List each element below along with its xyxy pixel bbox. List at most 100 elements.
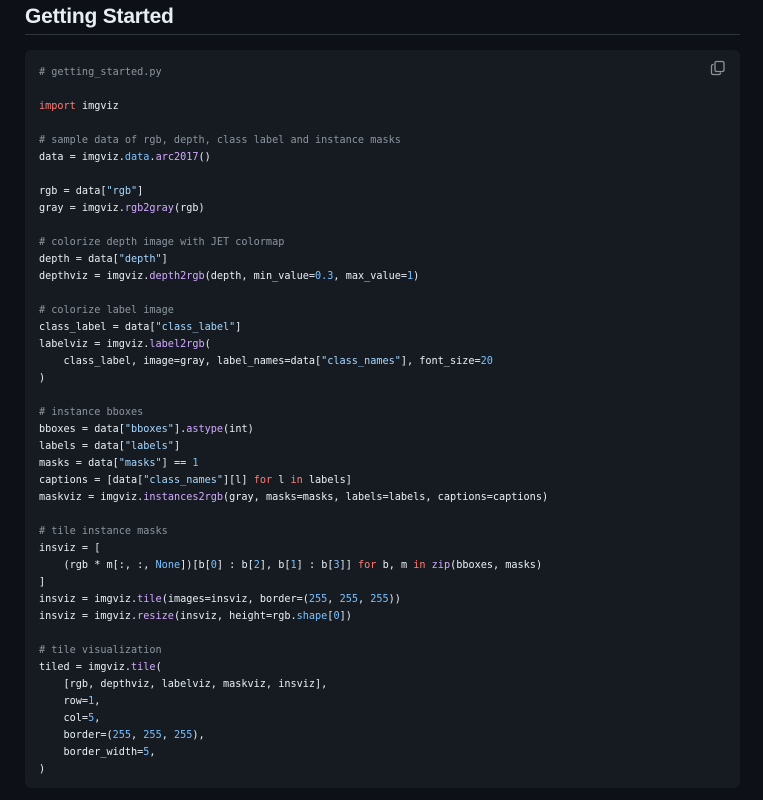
code-line: labels = data["labels"] (39, 438, 548, 455)
code-text: , (161, 730, 174, 741)
code-number: 255 (339, 594, 358, 605)
code-text: (depth, min_value= (204, 271, 316, 282)
code-function: resize (137, 611, 174, 622)
code-text: ]) (339, 611, 352, 622)
code-text: row= (39, 696, 89, 707)
code-text: insviz = [ (39, 543, 101, 554)
code-function: depth2rgb (149, 271, 205, 282)
code-text: ] (161, 254, 168, 265)
code-line: # getting_started.py (39, 64, 548, 81)
code-line: depthviz = imgviz.depth2rgb(depth, min_v… (39, 268, 548, 285)
code-text: border=( (39, 730, 113, 741)
code-text: ) (39, 764, 46, 775)
code-function: arc2017 (155, 152, 199, 163)
code-text: ]] (339, 560, 359, 571)
code-text: () (198, 152, 211, 163)
code-text: captions = [data[ (39, 475, 144, 486)
code-comment: # colorize label image (39, 305, 174, 316)
code-keyword: in (290, 475, 303, 486)
code-text: imgviz (75, 101, 119, 112)
code-line: bboxes = data["bboxes"].astype(int) (39, 421, 548, 438)
code-text: ] : b[ (296, 560, 334, 571)
code-text: (int) (223, 424, 254, 435)
code-line: insviz = imgviz.tile(images=insviz, bord… (39, 591, 548, 608)
code-text: masks = data[ (39, 458, 119, 469)
code-attribute: None (155, 560, 181, 571)
code-line: import imgviz (39, 98, 548, 115)
code-string: "masks" (118, 458, 162, 469)
code-text: border_width= (39, 747, 144, 758)
code-text: ] (235, 322, 242, 333)
code-text: class_label = data[ (39, 322, 156, 333)
code-line: depth = data["depth"] (39, 251, 548, 268)
code-text: ] (39, 577, 46, 588)
code-text: ] (173, 441, 181, 452)
code-line: # tile instance masks (39, 523, 548, 540)
code-text: , (94, 696, 101, 707)
code-number: 20 (480, 356, 493, 367)
code-text: ] : b[ (216, 560, 254, 571)
code-function: rgb2gray (124, 203, 174, 214)
code-number: 255 (308, 594, 328, 605)
code-function: instances2rgb (143, 492, 224, 503)
code-text: , (327, 594, 340, 605)
code-line: # sample data of rgb, depth, class label… (39, 132, 548, 149)
code-string: "class_label" (155, 322, 236, 333)
code-text: (insviz, height=rgb. (173, 611, 297, 622)
code-text: labelviz = imgviz. (39, 339, 150, 350)
code-line: masks = data["masks"] == 1 (39, 455, 548, 472)
code-function: tile (137, 594, 162, 605)
code-text: bboxes = data[ (39, 424, 125, 435)
code-keyword: import (39, 101, 76, 112)
code-comment: # getting_started.py (39, 67, 162, 78)
code-line: # colorize label image (39, 302, 548, 319)
code-text: ) (39, 373, 46, 384)
code-line: insviz = [ (39, 540, 548, 557)
readme-section: Getting Started # getting_started.py imp… (0, 0, 763, 800)
code-text: gray = imgviz. (39, 203, 125, 214)
code-text: (rgb) (173, 203, 205, 214)
code-string: "bboxes" (124, 424, 174, 435)
code-text: ]. (173, 424, 187, 435)
code-attribute: data (124, 152, 150, 163)
code-string: "rgb" (106, 186, 138, 197)
code-comment: # tile instance masks (39, 526, 168, 537)
code-line: captions = [data["class_names"][l] for l… (39, 472, 548, 489)
code-keyword: for (253, 475, 273, 486)
code-text: ], font_size= (400, 356, 481, 367)
code-function: tile (131, 662, 156, 673)
code-text: labels = data[ (39, 441, 125, 452)
section-heading: Getting Started (25, 5, 174, 28)
code-comment: # instance bboxes (39, 407, 144, 418)
code-text: , (149, 747, 156, 758)
code-line: border=(255, 255, 255), (39, 727, 548, 744)
code-keyword: in (413, 560, 426, 571)
code-text: l (272, 475, 291, 486)
code-number: 255 (173, 730, 193, 741)
code-line: # tile visualization (39, 642, 548, 659)
code-text: ] == (161, 458, 193, 469)
code-line: border_width=5, (39, 744, 548, 761)
code-string: "class_names" (143, 475, 224, 486)
code-line: [rgb, depthviz, labelviz, maskviz, insvi… (39, 676, 548, 693)
code-line: data = imgviz.data.arc2017() (39, 149, 548, 166)
code-text: , (94, 713, 101, 724)
code-text: [rgb, depthviz, labelviz, maskviz, insvi… (39, 679, 328, 690)
code-text: labels] (302, 475, 352, 486)
code-comment: # tile visualization (39, 645, 162, 656)
heading-divider (25, 34, 740, 35)
code-text: (images=insviz, border=( (161, 594, 309, 605)
code-line: col=5, (39, 710, 548, 727)
code-line: class_label = data["class_label"] (39, 319, 548, 336)
code-line: # instance bboxes (39, 404, 548, 421)
code-text: maskviz = imgviz. (39, 492, 144, 503)
copy-button[interactable] (710, 60, 728, 78)
code-text: ) (413, 271, 420, 282)
code-text: , max_value= (333, 271, 408, 282)
code-line: (rgb * m[:, :, None])[b[0] : b[2], b[1] … (39, 557, 548, 574)
code-text: , (357, 594, 371, 605)
code-text: rgb = data[ (39, 186, 107, 197)
